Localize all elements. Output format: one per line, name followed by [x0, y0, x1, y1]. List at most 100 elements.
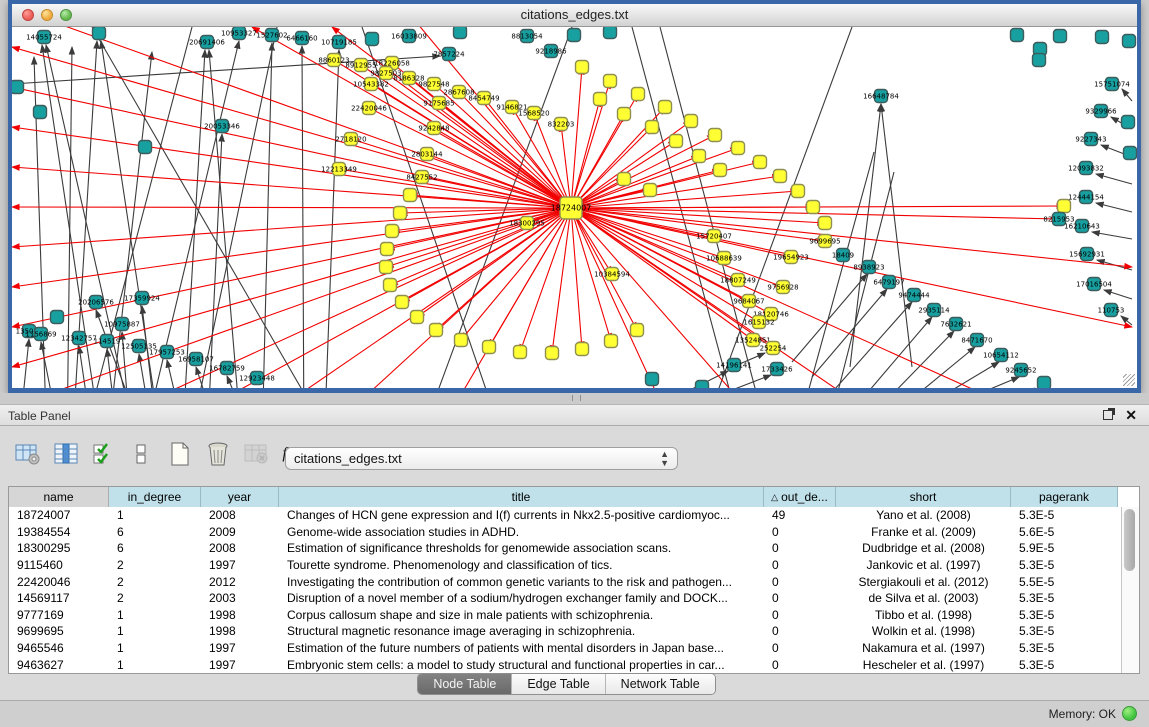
graph-edge[interactable] — [324, 50, 339, 388]
panel-divider[interactable] — [0, 393, 1149, 404]
graph-edge[interactable] — [182, 50, 205, 388]
column-header-year[interactable]: year — [201, 487, 279, 507]
graph-edge[interactable] — [12, 127, 571, 208]
graph-node[interactable] — [618, 173, 631, 186]
graph-node[interactable] — [381, 243, 394, 256]
graph-edge[interactable] — [857, 317, 932, 388]
graph-node[interactable] — [51, 311, 64, 324]
graph-node[interactable] — [1033, 54, 1046, 67]
graph-edge[interactable] — [1096, 203, 1132, 212]
graph-node[interactable] — [139, 141, 152, 154]
graph-node[interactable] — [754, 156, 767, 169]
graph-node[interactable] — [34, 106, 47, 119]
select-all-rows-button[interactable] — [90, 441, 117, 468]
table-settings-button[interactable] — [14, 441, 41, 468]
graph-edge[interactable] — [227, 376, 240, 388]
graph-node[interactable] — [819, 217, 832, 230]
graph-node[interactable] — [709, 129, 722, 142]
graph-node[interactable] — [12, 81, 24, 94]
table-row[interactable]: 2242004622012Investigating the contribut… — [9, 573, 1122, 590]
graph-node[interactable] — [1054, 30, 1067, 43]
graph-edge[interactable] — [812, 289, 887, 377]
graph-edge[interactable] — [167, 360, 178, 388]
table-row[interactable]: 1830029562008Estimation of significance … — [9, 540, 1122, 557]
graph-node[interactable] — [430, 324, 443, 337]
graph-node[interactable] — [1124, 147, 1137, 160]
graph-node[interactable] — [576, 61, 589, 74]
table-row[interactable]: 911546021997Tourette syndrome. Phenomeno… — [9, 557, 1122, 574]
graph-edge[interactable] — [552, 208, 571, 353]
graph-node[interactable] — [396, 296, 409, 309]
graph-node[interactable] — [1011, 29, 1024, 42]
graph-node[interactable] — [1122, 116, 1135, 129]
memory-indicator[interactable]: Memory: OK — [1049, 706, 1137, 721]
graph-node[interactable] — [714, 164, 727, 177]
unselect-rows-button[interactable] — [128, 441, 155, 468]
graph-edge[interactable] — [571, 208, 1012, 388]
graph-node[interactable] — [386, 225, 399, 238]
graph-node[interactable] — [644, 184, 657, 197]
graph-edge[interactable] — [142, 41, 239, 388]
graph-edge[interactable] — [571, 148, 738, 208]
graph-edge[interactable] — [436, 208, 571, 330]
graph-node[interactable] — [455, 334, 468, 347]
graph-node[interactable] — [454, 27, 467, 39]
graph-edge[interactable] — [12, 208, 571, 247]
column-header-name[interactable]: name — [9, 487, 109, 507]
graph-node[interactable] — [1123, 35, 1136, 48]
graph-node[interactable] — [404, 189, 417, 202]
graph-node[interactable] — [568, 29, 581, 42]
column-header-out_degree[interactable]: △out_de... — [764, 487, 836, 507]
graph-node[interactable] — [483, 341, 496, 354]
graph-node[interactable] — [93, 27, 106, 40]
table-row[interactable]: 1872400712008Changes of HCN gene express… — [9, 507, 1122, 524]
new-column-button[interactable] — [166, 441, 193, 468]
graph-edge[interactable] — [1104, 290, 1132, 299]
table-row[interactable]: 946362711997Embryonic stem cells: a mode… — [9, 656, 1122, 673]
table-row[interactable]: 969969511998Structural magnetic resonanc… — [9, 623, 1122, 640]
close-panel-icon[interactable]: ✕ — [1125, 407, 1137, 424]
graph-edge[interactable] — [12, 207, 571, 208]
graph-node[interactable] — [646, 121, 659, 134]
table-selector-dropdown[interactable]: citations_edges.txt ▲▼ — [285, 447, 678, 470]
select-columns-button[interactable] — [52, 441, 79, 468]
graph-edge[interactable] — [571, 208, 1132, 327]
graph-edge[interactable] — [12, 167, 571, 208]
graph-node[interactable] — [670, 135, 683, 148]
table-row[interactable]: 946554611997Estimation of the future num… — [9, 640, 1122, 657]
graph-node[interactable] — [594, 93, 607, 106]
graph-node[interactable] — [576, 343, 589, 356]
network-window-titlebar[interactable]: citations_edges.txt — [12, 4, 1137, 27]
graph-edge[interactable] — [1122, 89, 1132, 101]
graph-node[interactable] — [631, 324, 644, 337]
graph-node[interactable] — [380, 261, 393, 274]
tab-edge-table[interactable]: Edge Table — [512, 674, 605, 694]
column-header-title[interactable]: title — [279, 487, 764, 507]
graph-edge[interactable] — [1121, 316, 1132, 325]
graph-node[interactable] — [394, 207, 407, 220]
graph-node[interactable] — [732, 142, 745, 155]
graph-node[interactable] — [659, 101, 672, 114]
graph-node[interactable] — [696, 381, 709, 389]
tab-network-table[interactable]: Network Table — [606, 674, 715, 694]
graph-node[interactable] — [774, 170, 787, 183]
graph-edge[interactable] — [1096, 174, 1132, 184]
graph-edge[interactable] — [196, 367, 209, 388]
vertical-scrollbar[interactable] — [1121, 507, 1139, 673]
network-canvas[interactable]: 1872400718300295886012389129551822605898… — [12, 27, 1137, 388]
graph-node[interactable] — [384, 279, 397, 292]
graph-edge[interactable] — [660, 371, 728, 388]
column-header-in_degree[interactable]: in_degree — [109, 487, 201, 507]
delete-column-button[interactable] — [204, 441, 231, 468]
graph-node[interactable] — [807, 201, 820, 214]
graph-node[interactable] — [546, 347, 559, 360]
float-panel-icon[interactable] — [1103, 410, 1113, 420]
graph-node[interactable] — [604, 27, 617, 39]
graph-node[interactable] — [514, 346, 527, 359]
graph-node[interactable] — [604, 75, 617, 88]
graph-node[interactable] — [646, 373, 659, 386]
window-resize-grip[interactable] — [1123, 374, 1135, 386]
graph-edge[interactable] — [402, 208, 571, 302]
graph-edge[interactable] — [902, 347, 975, 388]
graph-edge[interactable] — [12, 47, 571, 208]
